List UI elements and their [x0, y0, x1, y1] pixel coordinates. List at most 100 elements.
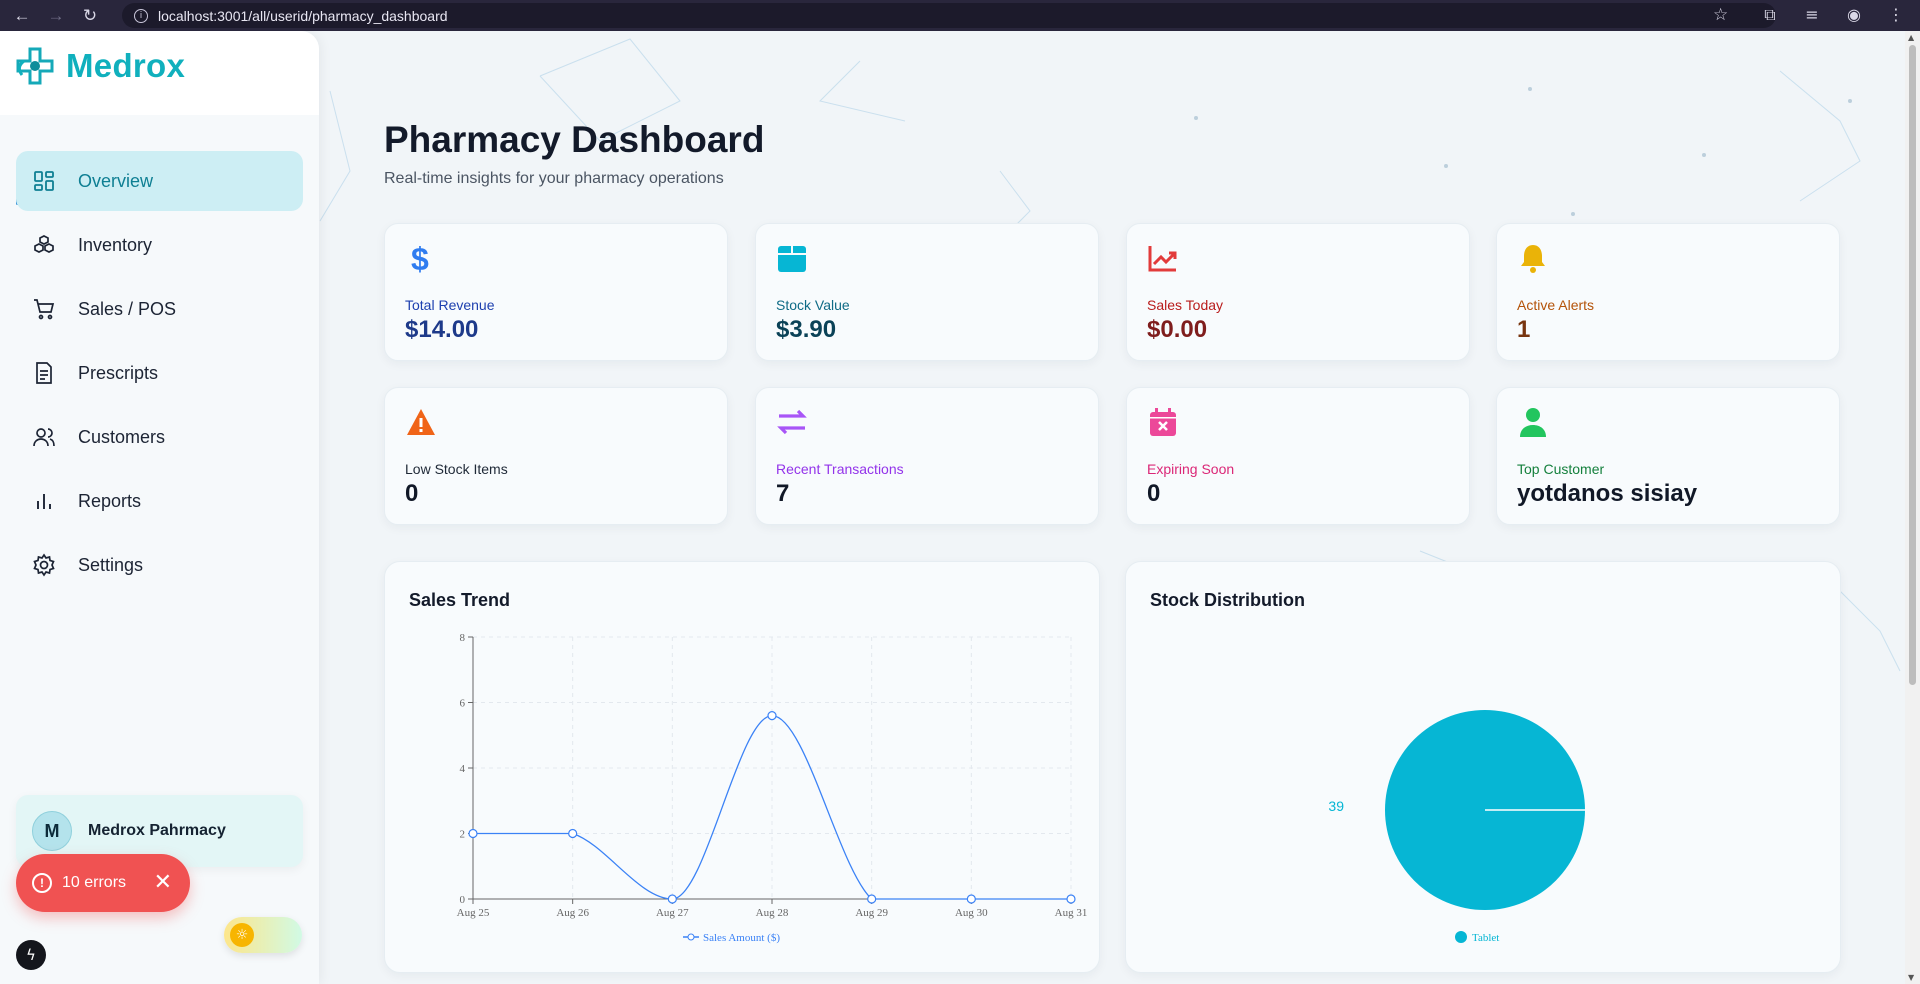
user-icon [1517, 406, 1549, 438]
errors-indicator[interactable]: ! 10 errors ✕ [16, 854, 190, 912]
scroll-down-icon[interactable]: ▼ [1908, 973, 1914, 982]
avatar: M [32, 811, 72, 851]
box-icon [776, 242, 808, 274]
theme-toggle[interactable]: ☼ [224, 917, 302, 953]
dollar-icon: $ [405, 241, 437, 277]
bolt-icon[interactable]: ϟ [16, 940, 46, 970]
calendar-x-icon [1147, 406, 1179, 438]
x-tick-label: Aug 26 [556, 907, 589, 919]
sidebar-item-label: Settings [78, 554, 144, 575]
data-point [767, 711, 777, 721]
url-text[interactable]: localhost:3001/all/userid/pharmacy_dashb… [158, 8, 448, 24]
page-scrollbar[interactable]: ▲ ▼ [1905, 31, 1920, 984]
stat-value: 7 [776, 480, 790, 507]
page: Medrox Overview Inventory Sales / POS Pr… [0, 31, 1920, 984]
stat-card-sales-today: Sales Today $0.00 [1126, 223, 1470, 361]
stat-value: yotdanos sisiay [1517, 480, 1698, 507]
stat-label: Active Alerts [1517, 297, 1595, 313]
stat-label: Stock Value [776, 297, 850, 313]
svg-text:$: $ [411, 242, 429, 274]
stat-value: $14.00 [405, 316, 479, 343]
stat-card-total-revenue: $ Total Revenue $14.00 [384, 223, 728, 361]
bookmark-star-icon[interactable]: ☆ [1713, 5, 1728, 25]
sidebar-item-label: Inventory [78, 234, 153, 255]
profile-icon[interactable]: ◉ [1844, 5, 1864, 25]
address-bar[interactable]: i localhost:3001/all/userid/pharmacy_das… [122, 3, 1776, 28]
sidebar-item-overview[interactable]: Overview [16, 151, 303, 211]
sidebar-item-prescripts[interactable]: Prescripts [16, 343, 303, 403]
sidebar-item-label: Customers [78, 426, 166, 447]
x-tick-label: Aug 27 [656, 907, 689, 919]
sidebar: Medrox Overview Inventory Sales / POS Pr… [0, 31, 319, 984]
legend-marker [1455, 931, 1467, 943]
cart-icon [32, 297, 56, 321]
stat-label: Recent Transactions [776, 461, 904, 477]
sun-icon: ☼ [230, 923, 254, 947]
gear-icon [32, 553, 56, 577]
page-subtitle: Real-time insights for your pharmacy ope… [384, 170, 724, 187]
data-point [468, 828, 478, 839]
y-tick-label: 0 [460, 894, 466, 906]
stat-value: $0.00 [1147, 316, 1208, 343]
stat-card-top-customer: Top Customer yotdanos sisiay [1496, 387, 1840, 525]
data-point [667, 894, 677, 904]
sidebar-item-customers[interactable]: Customers [16, 407, 303, 467]
profile-name: Medrox Pahrmacy [88, 822, 226, 839]
legend-marker [687, 933, 695, 941]
grid-icon [32, 169, 56, 193]
back-icon[interactable]: ← [10, 6, 34, 26]
x-tick-label: Aug 30 [955, 907, 988, 919]
data-point [1066, 894, 1076, 904]
data-point [568, 828, 578, 839]
page-title: Pharmacy Dashboard [384, 119, 765, 160]
sidebar-item-sales-pos[interactable]: Sales / POS [16, 279, 303, 339]
site-info-icon[interactable]: i [134, 8, 148, 23]
sidebar-item-settings[interactable]: Settings [16, 535, 303, 595]
more-menu-icon[interactable]: ⋮ [1886, 5, 1906, 25]
reload-icon[interactable]: ↻ [78, 6, 102, 26]
document-icon [32, 361, 56, 385]
stat-value: 0 [405, 480, 419, 507]
close-icon[interactable]: ✕ [154, 870, 172, 895]
stat-card-expiring-soon: Expiring Soon 0 [1126, 387, 1470, 525]
sidebar-item-reports[interactable]: Reports [16, 471, 303, 531]
pie-slice-label: 39 [1328, 798, 1344, 814]
stat-label: Low Stock Items [405, 461, 508, 477]
stat-card-low-stock: Low Stock Items 0 [384, 387, 728, 525]
media-icon[interactable]: ≡ [1802, 5, 1822, 25]
x-tick-label: Aug 25 [457, 907, 490, 919]
legend-label: Sales Amount ($) [703, 932, 780, 944]
stat-value: 1 [1517, 316, 1531, 343]
stat-label: Top Customer [1517, 461, 1605, 477]
stat-card-recent-transactions: Recent Transactions 7 [755, 387, 1099, 525]
x-tick-label: Aug 28 [756, 907, 789, 919]
sidebar-item-label: Prescripts [78, 362, 159, 383]
y-tick-label: 2 [460, 829, 466, 841]
error-icon: ! [32, 873, 52, 893]
stat-card-active-alerts: Active Alerts 1 [1496, 223, 1840, 361]
errors-label: 10 errors [62, 874, 127, 891]
stock-distribution-chart: 39 Tablet [1328, 710, 1585, 944]
scrollbar-thumb[interactable] [1909, 45, 1916, 685]
scroll-up-icon[interactable]: ▲ [1908, 33, 1914, 42]
browser-toolbar: ← → ↻ i localhost:3001/all/userid/pharma… [0, 0, 1920, 31]
x-tick-label: Aug 31 [1055, 907, 1088, 919]
legend-label: Tablet [1472, 932, 1499, 944]
forward-icon[interactable]: → [44, 6, 68, 26]
bell-icon [1517, 242, 1549, 274]
stat-label: Total Revenue [405, 297, 495, 313]
stat-value: $3.90 [776, 316, 837, 343]
logo[interactable]: Medrox [14, 45, 185, 87]
sales-trend-panel: Sales Trend 0 2 4 6 8 Aug 25 Aug 26 Aug 27 Aug 2… [384, 561, 1100, 973]
data-point [867, 894, 877, 904]
data-point [966, 894, 976, 904]
stat-card-stock-value: Stock Value $3.90 [755, 223, 1099, 361]
sidebar-item-inventory[interactable]: Inventory [16, 215, 303, 275]
x-tick-label: Aug 29 [855, 907, 888, 919]
bar-chart-icon [32, 489, 56, 513]
exchange-icon [776, 406, 808, 438]
warning-icon [405, 406, 437, 438]
sales-trend-chart: 0 2 4 6 8 Aug 25 Aug 26 Aug 27 Aug 28 Aug 29 Aug 3… [457, 632, 1088, 944]
extensions-icon[interactable]: ⧉ [1760, 5, 1780, 25]
stat-label: Sales Today [1147, 297, 1224, 313]
